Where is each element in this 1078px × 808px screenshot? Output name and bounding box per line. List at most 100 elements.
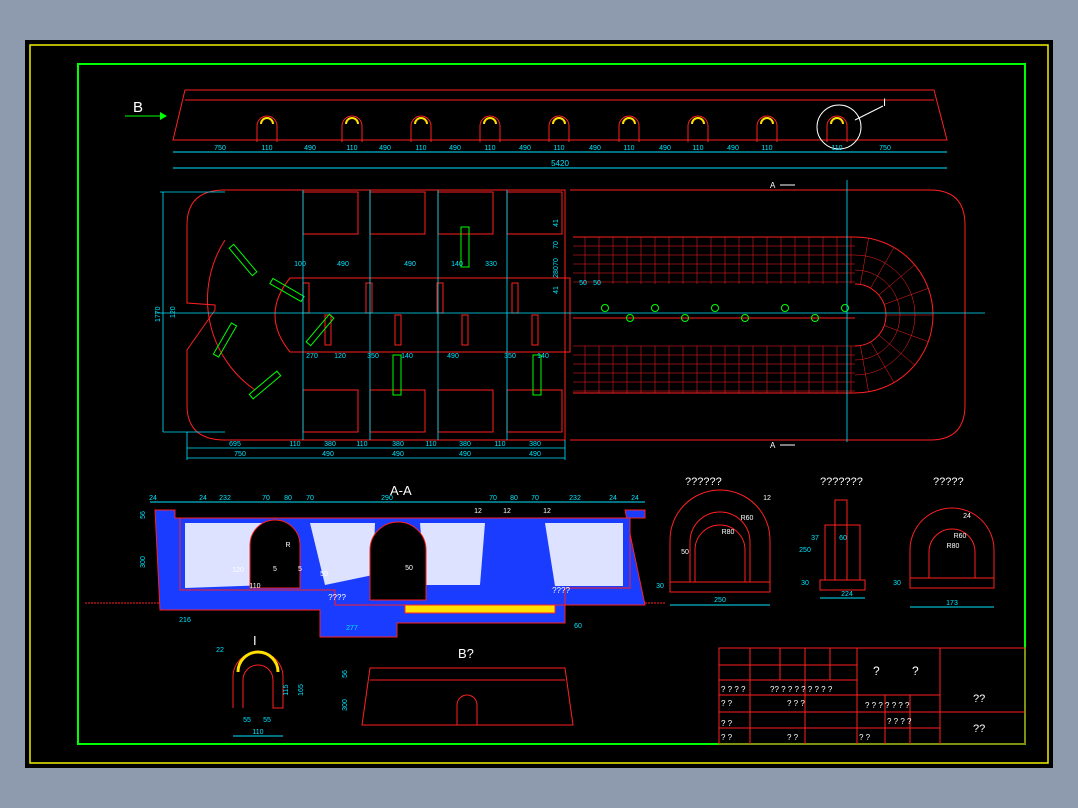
dim-spacing: 490 bbox=[589, 145, 601, 152]
tb-right-bottom: ?? bbox=[973, 723, 985, 735]
plan-dim-row2: 120 bbox=[334, 353, 346, 360]
section-top-dim: 80 bbox=[284, 495, 292, 502]
tb-row-2: ?? ? ? ? ? ? ? ? ? bbox=[770, 685, 833, 694]
top-arch bbox=[618, 115, 640, 142]
detail-circle-i bbox=[816, 104, 862, 150]
dim-spacing: 490 bbox=[727, 145, 739, 152]
roller-circle bbox=[601, 304, 609, 312]
arch-outer bbox=[687, 115, 709, 142]
detail-c-dim: 24 bbox=[963, 513, 971, 520]
plan-dim-bottom2: 750 bbox=[234, 451, 246, 458]
plan-dim-row1: 100 bbox=[294, 261, 306, 268]
burner-tube bbox=[392, 354, 402, 396]
plan-dim-bottom2: 490 bbox=[529, 451, 541, 458]
tb-row-7: ? ? bbox=[787, 733, 799, 742]
detail-b-dim: 37 bbox=[811, 535, 819, 542]
detail-i-dim: 165 bbox=[298, 684, 305, 696]
tb-mid-1: ? ? ? ? ? ? ? bbox=[865, 701, 910, 710]
view-b-title: B? bbox=[458, 646, 474, 661]
plan-dimensions: 100 490 490 140 330 270 120 350 140 490 350 140 41 70… bbox=[229, 219, 601, 458]
angled-tube bbox=[248, 370, 282, 400]
view-b-dim: 300 bbox=[342, 699, 349, 711]
plan-dim-row2: 140 bbox=[537, 353, 549, 360]
section-top-dim: 24 bbox=[199, 495, 207, 502]
section-top-dim: 24 bbox=[609, 495, 617, 502]
total-dim: 5420 bbox=[551, 159, 569, 168]
section-top-dim: 232 bbox=[219, 495, 231, 502]
section-left-dim: 56 bbox=[140, 511, 147, 519]
angled-tube bbox=[228, 243, 258, 277]
section-body bbox=[85, 509, 665, 638]
bend-ray bbox=[878, 264, 915, 296]
plan-dim-bottom1: 380 bbox=[324, 441, 336, 448]
burner-slot bbox=[365, 282, 373, 314]
arch-lining bbox=[760, 117, 774, 125]
section-inner-dim: 5 bbox=[273, 566, 277, 573]
tb-mid-2: ? ? ? ? bbox=[887, 717, 912, 726]
section-top-dim: 24 bbox=[149, 495, 157, 502]
cad-drawing: B I 110 110 110 110 110 110 110 110 110 750 490 490… bbox=[29, 44, 1049, 764]
detail-c-dim: 30 bbox=[893, 580, 901, 587]
bend-ray bbox=[870, 341, 895, 383]
detail-i-dim: 55 bbox=[243, 717, 251, 724]
plan-dim-bottom1: 695 bbox=[229, 441, 241, 448]
section-bottom-dim: 216 bbox=[179, 617, 191, 624]
outer-frame bbox=[29, 44, 1049, 764]
inner-bend bbox=[854, 283, 887, 347]
arch-outer bbox=[341, 115, 363, 142]
plan-dim-bottom2: 490 bbox=[392, 451, 404, 458]
arch-lining bbox=[552, 117, 566, 125]
detail-b bbox=[819, 499, 866, 591]
bend-ray bbox=[884, 325, 929, 342]
burner-slot bbox=[394, 314, 402, 346]
roller-circle bbox=[711, 304, 719, 312]
plan-dim-bottom1: 110 bbox=[356, 441, 367, 448]
detail-b-dim: 30 bbox=[801, 580, 809, 587]
dim-small: 110 bbox=[831, 145, 842, 152]
detail-c-dim: R80 bbox=[947, 543, 960, 550]
arch-lining bbox=[830, 117, 844, 125]
plan-dim-bottom2: 490 bbox=[459, 451, 471, 458]
detail-leader bbox=[854, 105, 884, 121]
detail-i-dim: 22 bbox=[216, 647, 224, 654]
plan-outline bbox=[186, 189, 966, 441]
plan-dim-right-vert: 70 bbox=[553, 258, 560, 266]
roller-circle bbox=[841, 304, 849, 312]
dim-small: 110 bbox=[484, 145, 495, 152]
view-b-dim: 56 bbox=[342, 670, 349, 678]
detail-a-dim: R60 bbox=[741, 515, 754, 522]
burner-slot bbox=[324, 314, 332, 346]
plan-dim-right-vert: 41 bbox=[553, 286, 560, 294]
top-view bbox=[172, 89, 948, 141]
section-inner-dim: 12 bbox=[474, 508, 482, 515]
dim-small: 110 bbox=[261, 145, 272, 152]
section-top-dim: 80 bbox=[510, 495, 518, 502]
section-top-dim: 290 bbox=[381, 495, 393, 502]
tb-row-5: ? ? bbox=[721, 719, 733, 728]
detail-a-dimensions: 50 R80 R60 12 30 250 bbox=[656, 495, 771, 606]
plan-grid bbox=[573, 236, 933, 393]
plan-dim-row2: 350 bbox=[367, 353, 379, 360]
section-top-dim: 232 bbox=[569, 495, 581, 502]
burner-slot bbox=[302, 282, 310, 314]
section-inner-dim: 120 bbox=[232, 567, 244, 574]
section-label: ???? bbox=[552, 586, 570, 595]
detail-a-dim: 250 bbox=[714, 597, 726, 604]
arch-lining bbox=[691, 117, 705, 125]
plan-dim-bottom1: 380 bbox=[529, 441, 541, 448]
view-arrow-head bbox=[160, 112, 167, 120]
section-mark-top: A bbox=[770, 181, 776, 190]
detail-c-dim: R60 bbox=[954, 533, 967, 540]
detail-i bbox=[232, 650, 284, 709]
dim-spacing: 490 bbox=[304, 145, 316, 152]
section-top-dim: 70 bbox=[531, 495, 539, 502]
detail-i-dimensions: 22 115 165 55 55110 bbox=[216, 647, 305, 737]
detail-b-dim: 224 bbox=[841, 591, 853, 598]
arch-outer bbox=[826, 115, 848, 142]
top-arch bbox=[756, 115, 778, 142]
tb-row-6: ? ? bbox=[721, 733, 733, 742]
detail-a-dim: R80 bbox=[722, 529, 735, 536]
plan-dim-bottom2: 490 bbox=[322, 451, 334, 458]
detail-mark-i: I bbox=[883, 97, 886, 109]
plan-dim-right-horiz: 50 bbox=[593, 280, 601, 287]
